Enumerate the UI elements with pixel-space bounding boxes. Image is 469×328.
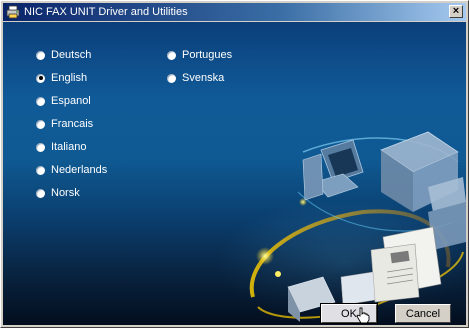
language-option-english[interactable]: English (36, 71, 87, 85)
language-label: Italiano (51, 141, 87, 153)
radio-checked-icon[interactable] (36, 73, 45, 83)
radio-icon[interactable] (36, 50, 45, 60)
language-option-espanol[interactable]: Espanol (36, 94, 91, 108)
language-label: Svenska (182, 72, 225, 84)
language-label: Portugues (182, 49, 233, 61)
radio-icon[interactable] (36, 119, 45, 129)
language-option-portugues[interactable]: Portugues (167, 48, 232, 62)
window-title: NIC FAX UNIT Driver and Utilities (24, 6, 188, 18)
close-button[interactable]: × (449, 5, 463, 18)
radio-icon[interactable] (36, 188, 45, 198)
language-option-svenska[interactable]: Svenska (167, 71, 224, 85)
radio-icon[interactable] (167, 50, 176, 60)
language-label: Nederlands (51, 164, 108, 176)
radio-icon[interactable] (36, 142, 45, 152)
main-panel: Deutsch English Espanol Francais Italian… (3, 22, 466, 325)
language-option-italiano[interactable]: Italiano (36, 140, 86, 154)
language-label: Francais (51, 118, 94, 130)
language-label: Espanol (51, 95, 91, 107)
language-option-nederlands[interactable]: Nederlands (36, 163, 107, 177)
language-option-deutsch[interactable]: Deutsch (36, 48, 91, 62)
language-label: Norsk (51, 187, 80, 199)
language-option-norsk[interactable]: Norsk (36, 186, 80, 200)
radio-icon[interactable] (36, 165, 45, 175)
dialog-window: NIC FAX UNIT Driver and Utilities × Deut… (0, 0, 469, 328)
hand-pointer-icon (356, 307, 370, 324)
language-label: English (51, 72, 88, 84)
language-option-francais[interactable]: Francais (36, 117, 93, 131)
app-icon (6, 5, 20, 19)
close-icon: × (452, 5, 460, 17)
title-bar[interactable]: NIC FAX UNIT Driver and Utilities × (3, 3, 466, 21)
radio-icon[interactable] (167, 73, 176, 83)
cancel-button[interactable]: Cancel (395, 304, 451, 323)
language-label: Deutsch (51, 49, 92, 61)
radio-icon[interactable] (36, 96, 45, 106)
